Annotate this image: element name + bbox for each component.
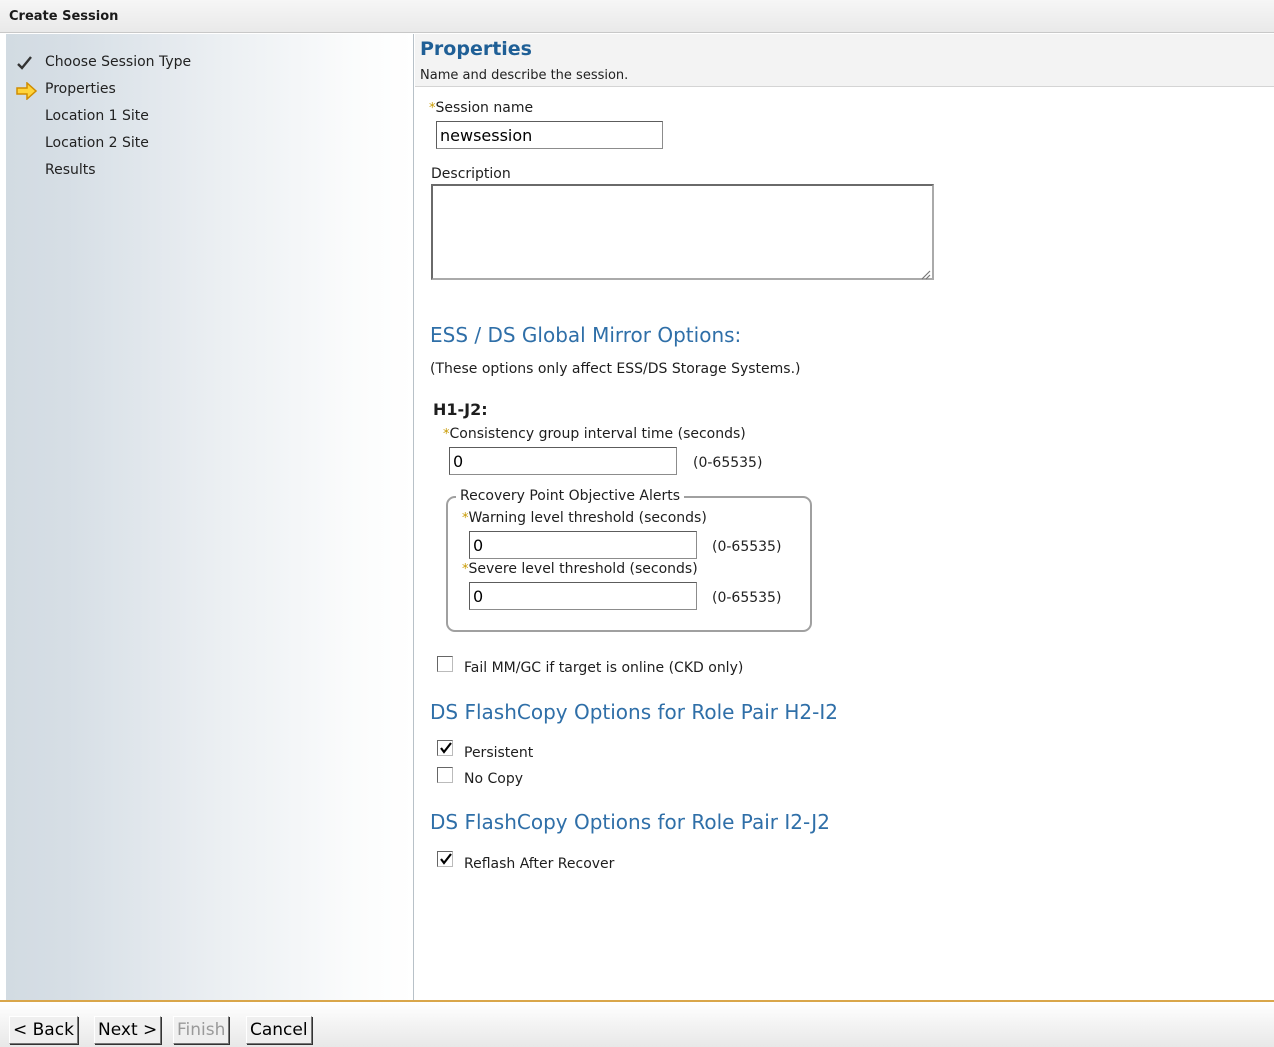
flashcopy-i2j2-heading: DS FlashCopy Options for Role Pair I2-J2 (430, 810, 830, 834)
reflash-checkbox[interactable] (437, 851, 453, 867)
arrow-right-icon (16, 81, 38, 101)
check-icon (440, 742, 452, 754)
step-choose-session-type[interactable]: Choose Session Type (6, 54, 306, 74)
main-panel: Properties Name and describe the session… (415, 34, 1274, 1000)
wizard-steps-sidebar: Choose Session Type Properties Location … (6, 34, 414, 1000)
window-title: Create Session (9, 9, 119, 24)
ess-note: (These options only affect ESS/DS Storag… (430, 361, 801, 377)
step-label: Location 2 Site (45, 135, 149, 151)
session-name-input[interactable] (436, 121, 663, 149)
page-header: Properties Name and describe the session… (415, 34, 1274, 87)
consistency-label: *Consistency group interval time (second… (443, 426, 746, 442)
fail-mmgc-label: Fail MM/GC if target is online (CKD only… (464, 660, 744, 676)
check-icon (440, 853, 452, 865)
role-pair-label: H1-J2: (433, 400, 488, 419)
resize-grip-icon[interactable] (919, 265, 931, 280)
severe-threshold-input[interactable] (469, 582, 697, 610)
page-title: Properties (420, 38, 532, 60)
no-copy-label: No Copy (464, 771, 524, 787)
consistency-range: (0-65535) (693, 455, 763, 471)
step-location-1-site[interactable]: Location 1 Site (6, 108, 306, 128)
rpo-alerts-group: Recovery Point Objective Alerts *Warning… (446, 488, 812, 632)
step-label: Results (45, 162, 96, 178)
fail-mmgc-checkbox[interactable] (437, 656, 453, 672)
severe-range: (0-65535) (712, 590, 782, 606)
step-location-2-site[interactable]: Location 2 Site (6, 135, 306, 155)
checkmark-icon (16, 55, 38, 73)
reflash-label: Reflash After Recover (464, 856, 615, 872)
persistent-checkbox[interactable] (437, 740, 453, 756)
back-button[interactable]: < Back (9, 1016, 78, 1044)
warning-threshold-label: *Warning level threshold (seconds) (462, 510, 707, 526)
severe-threshold-label: *Severe level threshold (seconds) (462, 561, 698, 577)
no-copy-checkbox[interactable] (437, 767, 453, 783)
step-results[interactable]: Results (6, 162, 306, 182)
description-label: Description (431, 166, 511, 182)
warning-threshold-input[interactable] (469, 531, 697, 559)
ess-global-mirror-heading: ESS / DS Global Mirror Options: (430, 323, 742, 347)
step-label: Location 1 Site (45, 108, 149, 124)
page-subtitle: Name and describe the session. (420, 68, 629, 83)
consistency-interval-input[interactable] (449, 447, 677, 475)
step-label: Properties (45, 81, 116, 97)
warning-range: (0-65535) (712, 539, 782, 555)
wizard-footer: < Back Next > Finish Cancel (0, 1000, 1274, 1047)
flashcopy-h2i2-heading: DS FlashCopy Options for Role Pair H2-I2 (430, 700, 838, 724)
step-label: Choose Session Type (45, 54, 192, 70)
cancel-button[interactable]: Cancel (246, 1016, 312, 1044)
rpo-alerts-legend: Recovery Point Objective Alerts (456, 488, 685, 504)
finish-button[interactable]: Finish (173, 1016, 230, 1044)
persistent-label: Persistent (464, 745, 534, 761)
window-titlebar: Create Session (0, 0, 1274, 33)
next-button[interactable]: Next > (94, 1016, 162, 1044)
step-properties[interactable]: Properties (6, 81, 306, 101)
session-name-label: *Session name (429, 100, 534, 116)
description-textarea[interactable] (431, 184, 934, 280)
